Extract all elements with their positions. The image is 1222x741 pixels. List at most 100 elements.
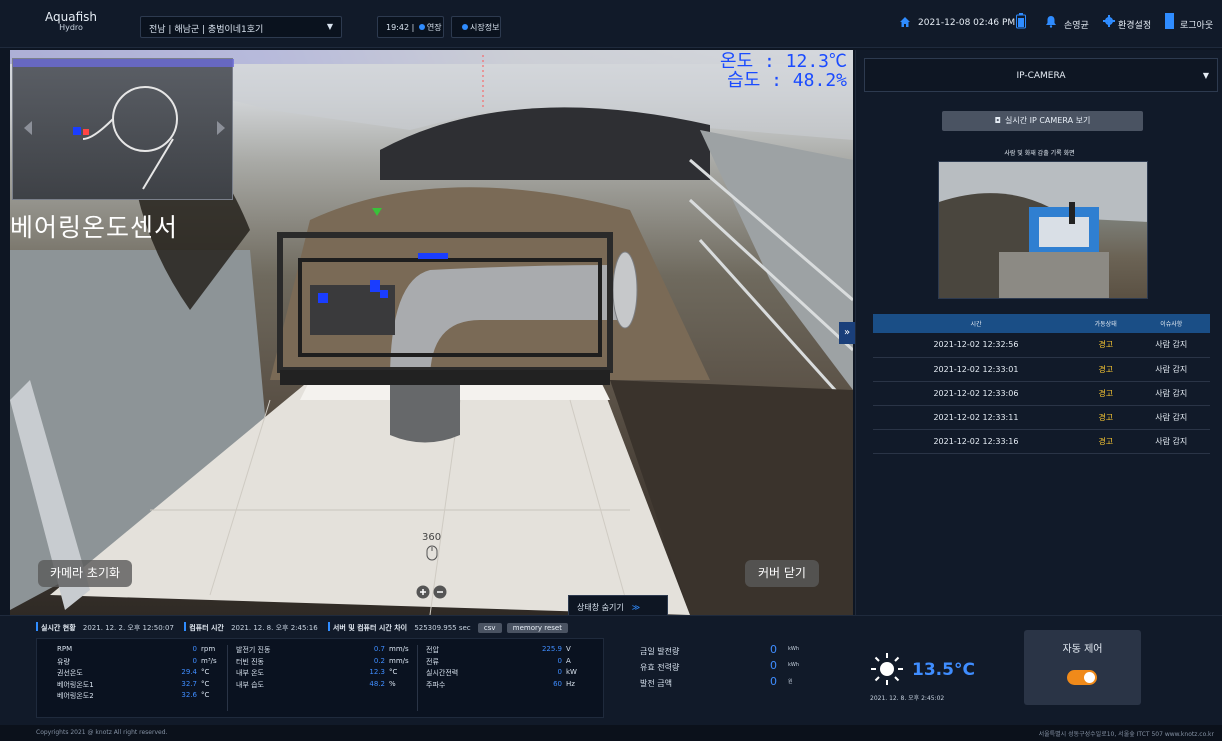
mouse-icon bbox=[426, 545, 438, 561]
logo-main: Aquafish bbox=[45, 10, 97, 24]
rotate-hint: 360 bbox=[422, 532, 441, 565]
site-select-value: 전남 | 해남군 | 충범이네1호기 bbox=[149, 25, 264, 35]
csv-button[interactable]: csv bbox=[477, 623, 502, 633]
minimap[interactable] bbox=[12, 58, 234, 200]
camera-snapshot[interactable] bbox=[938, 161, 1148, 299]
metric-row: 발전기 진동 0.7 mm/s bbox=[236, 645, 415, 657]
event-issue: 사람 감지 bbox=[1132, 405, 1210, 430]
metric-unit: °C bbox=[201, 668, 210, 676]
metrics-col-1: RPM 0 rpm 유량 0 m³/s 권선온도 29.4 °C 베어링온도1 32.7 °C … bbox=[57, 645, 227, 703]
generation-value: 0 bbox=[770, 659, 777, 672]
cover-close-button[interactable]: 커버 닫기 bbox=[745, 560, 819, 587]
site-select[interactable]: 전남 | 해남군 | 충범이네1호기 ▼ bbox=[140, 16, 342, 38]
camera-panel: IP-CAMERA ▼ ◘ 실시간 IP CAMERA 보기 사람 및 화재 감출… bbox=[855, 50, 1222, 615]
user-name[interactable]: 손영균 bbox=[1064, 18, 1089, 31]
time-diff-value: 525309.955 sec bbox=[414, 624, 471, 632]
table-row[interactable]: 2021-12-02 12:33:11 경고 사람 감지 bbox=[873, 405, 1210, 430]
event-table: 시간 가동상태 이슈사항 2021-12-02 12:32:56 경고 사람 감… bbox=[873, 314, 1210, 454]
event-status: 경고 bbox=[1078, 357, 1133, 382]
metric-unit: Hz bbox=[566, 679, 575, 688]
datetime: 2021-12-08 02:46 PM bbox=[918, 18, 1016, 28]
metric-value: 60 bbox=[553, 679, 562, 688]
metric-label: RPM bbox=[57, 645, 73, 653]
generation-row: 금일 발전량 0 kWh bbox=[640, 643, 830, 662]
logo[interactable]: Aquafish Hydro bbox=[36, 10, 106, 32]
metric-value: 0 bbox=[557, 656, 562, 665]
metric-unit: °C bbox=[201, 679, 210, 688]
toggle-knob bbox=[1084, 672, 1095, 683]
metric-unit: mm/s bbox=[389, 656, 409, 665]
generation-summary: 금일 발전량 0 kWh 유효 전력량 0 kWh 발전 금액 0 원 bbox=[640, 643, 830, 694]
state-panel-toggle[interactable]: 상태창 숨기기 ≫ bbox=[568, 595, 668, 615]
logout-link[interactable]: 로그아웃 bbox=[1180, 18, 1213, 31]
table-row[interactable]: 2021-12-02 12:33:01 경고 사람 감지 bbox=[873, 357, 1210, 382]
expand-panel-button[interactable]: » bbox=[839, 322, 855, 344]
status-dot-icon bbox=[462, 24, 468, 30]
time-diff-label: 서버 및 컴퓨터 시간 차이 bbox=[332, 624, 408, 632]
generation-label: 발전 금액 bbox=[640, 679, 672, 688]
metric-label: 베어링온도2 bbox=[57, 692, 94, 700]
logout-icon[interactable] bbox=[1165, 13, 1174, 29]
extend-label: 연장 bbox=[426, 23, 442, 32]
event-time: 2021-12-02 12:33:11 bbox=[873, 405, 1079, 430]
metrics-col-3: 전압 225.9 V 전류 0 A 실시간전력 0 kW 주파수 60 Hz bbox=[417, 645, 592, 711]
metric-unit: °C bbox=[201, 691, 210, 699]
event-issue: 사람 감지 bbox=[1132, 429, 1210, 454]
realtime-label: 실시간 현황 bbox=[41, 624, 76, 632]
camera-reset-button[interactable]: 카메라 초기화 bbox=[38, 560, 132, 587]
status-header: 실시간 현황 2021. 12. 2. 오후 12:50:07 컴퓨터 시간 2… bbox=[36, 622, 568, 633]
generation-unit: kWh bbox=[788, 646, 800, 652]
camera-snapshot-image bbox=[939, 162, 1147, 298]
metric-row: 터빈 진동 0.2 mm/s bbox=[236, 657, 415, 669]
zoom-out-icon[interactable] bbox=[433, 585, 447, 599]
settings-link[interactable]: 환경설정 bbox=[1118, 18, 1151, 31]
metric-row: 전류 0 A bbox=[426, 657, 592, 669]
metric-label: 권선온도 bbox=[57, 669, 83, 677]
caret-down-icon: ▼ bbox=[326, 22, 333, 31]
clock-pill[interactable]: 19:42 | 연장 bbox=[377, 16, 444, 38]
metric-label: 터빈 진동 bbox=[236, 657, 264, 666]
site-info-button[interactable]: 시장정보 bbox=[451, 16, 501, 38]
event-table-header: 시간 가동상태 이슈사항 bbox=[873, 314, 1210, 333]
table-row[interactable]: 2021-12-02 12:33:06 경고 사람 감지 bbox=[873, 381, 1210, 406]
auto-control-toggle[interactable] bbox=[1067, 670, 1097, 685]
metric-row: 유량 0 m³/s bbox=[57, 657, 227, 669]
bell-icon[interactable] bbox=[1045, 15, 1057, 28]
chevron-double-down-icon: ≫ bbox=[631, 603, 641, 612]
gear-icon[interactable] bbox=[1103, 15, 1115, 27]
chevron-right-icon[interactable] bbox=[216, 121, 226, 135]
top-bar: Aquafish Hydro 전남 | 해남군 | 충범이네1호기 ▼ 19:4… bbox=[0, 0, 1222, 48]
metric-value: 48.2 bbox=[369, 679, 385, 688]
event-issue: 사람 감지 bbox=[1132, 357, 1210, 382]
metrics-col-2: 발전기 진동 0.7 mm/s 터빈 진동 0.2 mm/s 내부 온도 12.3 °C 내… bbox=[227, 645, 415, 711]
computer-time-label: 컴퓨터 시간 bbox=[189, 624, 224, 632]
camera-select[interactable]: IP-CAMERA ▼ bbox=[864, 58, 1218, 92]
table-row[interactable]: 2021-12-02 12:33:16 경고 사람 감지 bbox=[873, 429, 1210, 454]
event-status: 경고 bbox=[1078, 381, 1133, 406]
event-time: 2021-12-02 12:32:56 bbox=[873, 333, 1079, 358]
home-icon[interactable] bbox=[899, 16, 911, 28]
scene-3d-viewport[interactable]: 온도 : 12.3℃ 습도 : 48.2% 베어링온도센서 360 카메라 초기… bbox=[10, 50, 853, 615]
realtime-value: 2021. 12. 2. 오후 12:50:07 bbox=[82, 624, 174, 632]
footer: Copyrights 2021 @ knotz All right reserv… bbox=[0, 725, 1222, 741]
metric-row: 주파수 60 Hz bbox=[426, 680, 592, 692]
metric-value: 0 bbox=[557, 668, 562, 676]
chevron-left-icon[interactable] bbox=[23, 121, 33, 135]
table-row[interactable]: 2021-12-02 12:32:56 경고 사람 감지 bbox=[873, 333, 1210, 358]
metric-value: 32.7 bbox=[181, 679, 197, 688]
camera-select-value: IP-CAMERA bbox=[1016, 71, 1066, 81]
weather-temperature: 13.5°C bbox=[912, 660, 975, 680]
status-marker bbox=[36, 622, 38, 631]
memory-reset-button[interactable]: memory reset bbox=[506, 623, 568, 633]
metric-label: 내부 습도 bbox=[236, 680, 264, 689]
humidity-text: 습도 : 48.2% bbox=[727, 70, 847, 91]
metric-label: 실시간전력 bbox=[426, 669, 459, 677]
event-issue: 사람 감지 bbox=[1132, 333, 1210, 358]
live-camera-button[interactable]: ◘ 실시간 IP CAMERA 보기 bbox=[942, 111, 1143, 131]
metric-label: 발전기 진동 bbox=[236, 646, 271, 654]
metric-unit: m³/s bbox=[201, 656, 217, 665]
metric-row: 베어링온도1 32.7 °C bbox=[57, 680, 227, 692]
metric-value: 0.7 bbox=[373, 645, 385, 653]
metric-value: 0 bbox=[192, 645, 197, 653]
zoom-in-icon[interactable] bbox=[416, 585, 430, 599]
